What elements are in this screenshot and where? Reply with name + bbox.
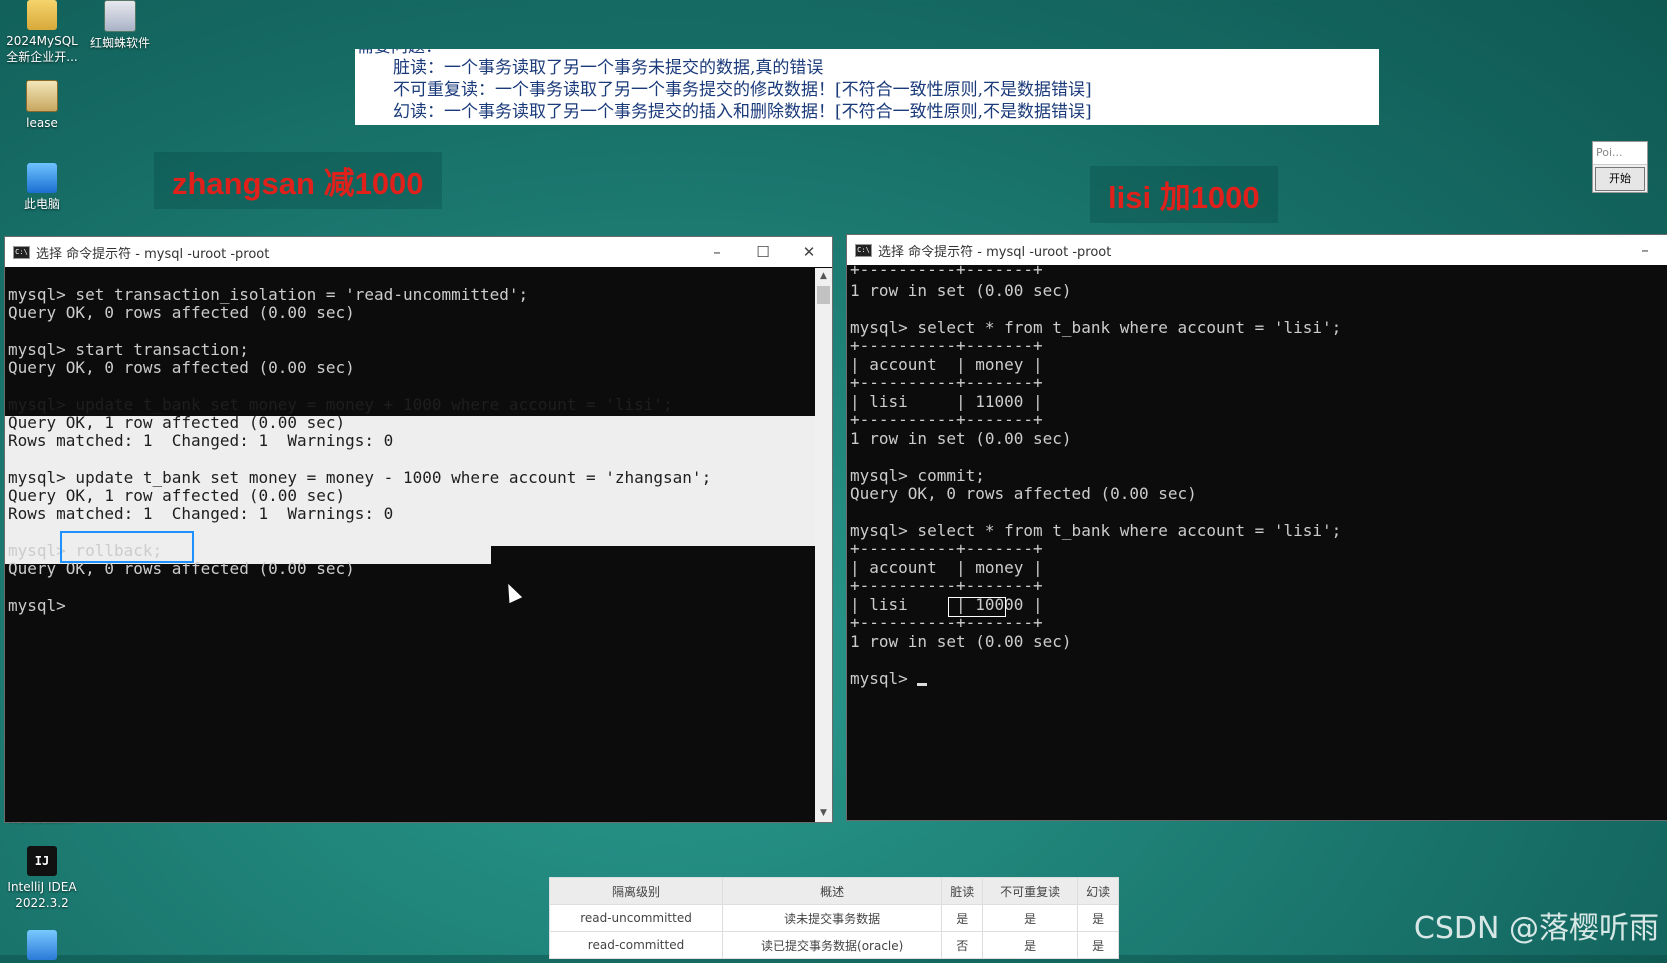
console-line: | account | money | (850, 355, 1043, 374)
desktop-icon-lease[interactable]: lease (2, 80, 82, 131)
app-icon (27, 930, 57, 960)
console-line: Query OK, 0 rows affected (0.00 sec) (8, 303, 355, 322)
minimize-icon[interactable]: – (1622, 235, 1667, 265)
notes-panel: 需要问题： 脏读：一个事务读取了另一个事务未提交的数据,真的错误 不可重复读：一… (355, 49, 1379, 125)
column-header: 幻读 (1077, 877, 1119, 905)
console-line: | account | money | (850, 558, 1043, 577)
console-line: Query OK, 0 rows affected (0.00 sec) (850, 484, 1197, 503)
column-header: 脏读 (941, 877, 984, 905)
label-zhangsan: zhangsan 减1000 (154, 152, 442, 209)
mini-widget: Poi... 开始 (1592, 141, 1648, 193)
scroll-up-icon[interactable]: ▲ (815, 268, 832, 285)
table-cell: read-uncommitted (548, 904, 724, 932)
console-line: Query OK, 0 rows affected (0.00 sec) (8, 358, 355, 377)
console-line: 1 row in set (0.00 sec) (850, 281, 1072, 300)
console-prompt: mysql> (850, 669, 928, 688)
cmd-icon: C:\ (13, 245, 30, 259)
console-line: mysql> set transaction_isolation = 'read… (8, 285, 529, 304)
console-line: mysql> commit; (850, 466, 985, 485)
console-line: Rows matched: 1 Changed: 1 Warnings: 0 (8, 431, 394, 450)
console-line: 1 row in set (0.00 sec) (850, 632, 1072, 651)
desktop-icon-label: 此电脑 (23, 197, 60, 211)
maximize-icon[interactable]: ☐ (740, 237, 786, 267)
desktop-icon-label: 红蜘蛛软件 (89, 36, 150, 50)
scroll-down-icon[interactable]: ▼ (815, 805, 832, 822)
console-line: +----------+-------+ (850, 576, 1043, 595)
column-header: 隔离级别 (548, 877, 724, 905)
table-cell: read-committed (548, 931, 724, 959)
console-line: mysql> select * from t_bank where accoun… (850, 521, 1342, 540)
file-icon (26, 80, 58, 112)
computer-icon (27, 163, 57, 193)
right-console-title: 选择 命令提示符 - mysql -uroot -proot (878, 244, 1112, 260)
console-line: +----------+-------+ (850, 336, 1043, 355)
console-prompt: mysql> (8, 596, 66, 615)
close-icon[interactable]: ✕ (786, 237, 832, 267)
table-cell: 否 (941, 931, 984, 959)
notes-line-phantom-read: 幻读：一个事务读取了另一个事务提交的插入和删除数据！[不符合一致性原则,不是数据… (393, 102, 1092, 122)
desktop-icon-this-pc[interactable]: 此电脑 (2, 163, 82, 212)
watermark: CSDN @落樱听雨 (1413, 911, 1659, 946)
desktop-icon-mysql[interactable]: 2024MySQL 全新企业开... (2, 0, 82, 65)
prompt-text: mysql> (850, 669, 908, 688)
table-cell: 是 (941, 904, 984, 932)
console-line: mysql> update t_bank set money = money -… (8, 468, 712, 487)
desktop-icon-label: IntelliJ IDEA 2022.3.2 (7, 880, 77, 910)
console-line: +----------+-------+ (850, 539, 1043, 558)
mouse-pointer-icon (501, 580, 523, 604)
table-header-row: 隔离级别 概述 脏读 不可重复读 幻读 (548, 877, 1119, 905)
table-cell: 读未提交事务数据 (722, 904, 943, 932)
console-line: Rows matched: 1 Changed: 1 Warnings: 0 (8, 504, 394, 523)
minimize-icon[interactable]: – (694, 237, 740, 267)
column-header: 概述 (722, 877, 943, 905)
desktop-icon-intellij[interactable]: IJ IntelliJ IDEA 2022.3.2 (2, 846, 82, 911)
left-console-scrollbar[interactable]: ▲ ▼ (815, 268, 832, 822)
table-cell: 是 (1077, 904, 1119, 932)
cmd-icon: C:\ (855, 243, 872, 257)
left-console-window[interactable]: C:\ 选择 命令提示符 - mysql -uroot -proot – ☐ ✕… (4, 236, 833, 823)
mini-widget-field[interactable]: Poi... (1593, 142, 1647, 165)
table-cell: 是 (1077, 931, 1119, 959)
console-line: 1 row in set (0.00 sec) (850, 429, 1072, 448)
right-console-output[interactable]: +----------+-------+ 1 row in set (0.00 … (847, 261, 1667, 820)
console-line: mysql> start transaction; (8, 340, 249, 359)
app-icon (104, 0, 136, 32)
console-line: | lisi | 10000 | (850, 595, 1043, 614)
notes-line-nonrepeatable-read: 不可重复读：一个事务读取了另一个事务提交的修改数据！[不符合一致性原则,不是数据… (393, 80, 1092, 100)
desktop-icon-label: 2024MySQL 全新企业开... (6, 34, 78, 64)
console-line: mysql> update t_bank set money = money +… (8, 395, 673, 414)
console-line: | lisi | 11000 | (850, 392, 1043, 411)
isolation-level-table: 隔离级别 概述 脏读 不可重复读 幻读 read-uncommitted 读未提… (548, 877, 1119, 959)
table-cell: 读已提交事务数据(oracle) (722, 931, 943, 959)
rollback-highlight-box (60, 531, 194, 563)
intellij-icon: IJ (27, 846, 57, 876)
console-line: Query OK, 1 row affected (0.00 sec) (8, 413, 346, 432)
console-line: mysql> select * from t_bank where accoun… (850, 318, 1342, 337)
folder-icon (27, 0, 57, 30)
desktop-icon-hongzhizhu[interactable]: 红蜘蛛软件 (80, 0, 160, 51)
table-row: read-uncommitted 读未提交事务数据 是 是 是 (548, 904, 1119, 932)
table-row: read-committed 读已提交事务数据(oracle) 否 是 是 (548, 931, 1119, 959)
column-header: 不可重复读 (982, 877, 1079, 905)
desktop-icon-label: lease (26, 116, 58, 130)
desktop-icon-partial[interactable] (2, 930, 82, 963)
console-line: +----------+-------+ (850, 410, 1043, 429)
left-console-titlebar[interactable]: C:\ 选择 命令提示符 - mysql -uroot -proot – ☐ ✕ (5, 237, 832, 267)
start-button[interactable]: 开始 (1595, 167, 1645, 191)
console-line: +----------+-------+ (850, 260, 1043, 279)
console-line: +----------+-------+ (850, 373, 1043, 392)
table-cell: 是 (982, 904, 1079, 932)
text-cursor (917, 683, 928, 686)
right-console-window[interactable]: C:\ 选择 命令提示符 - mysql -uroot -proot – ☐ +… (846, 234, 1667, 821)
scroll-thumb[interactable] (817, 286, 830, 304)
console-line: Query OK, 1 row affected (0.00 sec) (8, 486, 346, 505)
notes-line-dirty-read: 脏读：一个事务读取了另一个事务未提交的数据,真的错误 (393, 58, 824, 78)
label-lisi: lisi 加1000 (1090, 166, 1278, 223)
table-cell: 是 (982, 931, 1079, 959)
left-console-output[interactable]: mysql> set transaction_isolation = 'read… (5, 268, 832, 822)
console-line: +----------+-------+ (850, 613, 1043, 632)
left-console-title: 选择 命令提示符 - mysql -uroot -proot (36, 246, 270, 262)
